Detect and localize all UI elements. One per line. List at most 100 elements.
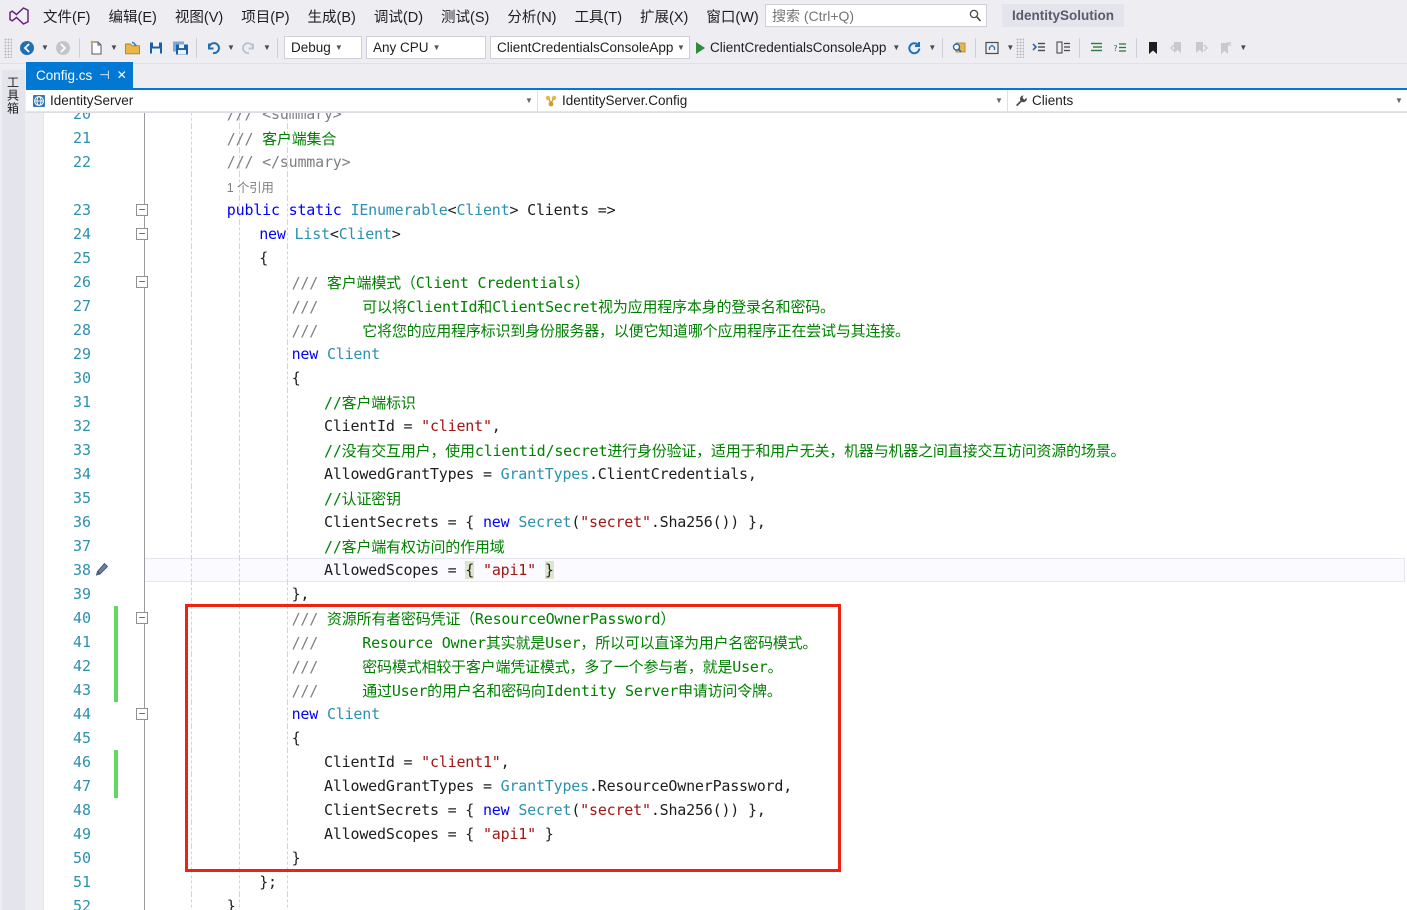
code-line-49[interactable]: 49 AllowedScopes = { "api1" } [26, 822, 1407, 846]
code-editor[interactable]: 20 /// <summary> 21 /// 客户端集合 22 /// </summar… [26, 112, 1407, 910]
save-all-icon[interactable] [168, 36, 192, 60]
comment-icon[interactable] [1051, 36, 1075, 60]
toolbar-grip[interactable] [1016, 37, 1025, 58]
next-bookmark-icon[interactable] [1189, 36, 1213, 60]
menu-item-5[interactable]: 调试(D) [365, 2, 432, 31]
close-icon[interactable]: ✕ [117, 68, 127, 82]
code-line-39[interactable]: 39}, [26, 582, 1407, 606]
run-dropdown[interactable]: ▼ [890, 36, 902, 60]
navigate-back-icon[interactable] [15, 36, 39, 60]
chevron-down-icon[interactable]: ▼ [991, 96, 1007, 105]
code-line-47[interactable]: 47 AllowedGrantTypes = GrantTypes.Resourc… [26, 774, 1407, 798]
chevron-down-icon[interactable]: ▼ [673, 43, 689, 52]
code-line-33[interactable]: 33 //没有交互用户，使用clientid/secret进行身份验证，适用于和用… [26, 438, 1407, 462]
code-line-41[interactable]: 41 /// Resource Owner其实就是User，所以可以直译为用户名密… [26, 630, 1407, 654]
code-line-23[interactable]: 23 − public static IEnumerable<Client> Cli… [26, 198, 1407, 222]
code-line-50[interactable]: 50} [26, 846, 1407, 870]
menu-item-2[interactable]: 视图(V) [166, 2, 232, 31]
code-line-31[interactable]: 31 //客户端标识 [26, 390, 1407, 414]
menu-item-4[interactable]: 生成(B) [299, 2, 365, 31]
redo-dropdown[interactable]: ▼ [261, 36, 273, 60]
code-line-29[interactable]: 29 new Client [26, 342, 1407, 366]
outdent-icon[interactable]: ? [1108, 36, 1132, 60]
code-line-24[interactable]: 24 − new List<Client> [26, 222, 1407, 246]
quick-launch-search[interactable] [765, 4, 987, 27]
menu-item-9[interactable]: 扩展(X) [631, 2, 697, 31]
undo-icon[interactable] [201, 36, 225, 60]
indent-icon[interactable] [1084, 36, 1108, 60]
collapse-toggle[interactable]: − [136, 708, 148, 720]
navigate-back-dropdown[interactable]: ▼ [39, 36, 51, 60]
hot-reload-dropdown[interactable]: ▼ [926, 36, 938, 60]
collapse-toggle[interactable]: − [136, 276, 148, 288]
new-file-icon[interactable] [84, 36, 108, 60]
find-in-files-icon[interactable] [947, 36, 971, 60]
prev-bookmark-icon[interactable] [1165, 36, 1189, 60]
save-icon[interactable] [144, 36, 168, 60]
code-line-40[interactable]: 40 − /// 资源所有者密码凭证（ResourceOwnerPassword） [26, 606, 1407, 630]
code-line-21[interactable]: 21 /// 客户端集合 [26, 126, 1407, 150]
open-folder-icon[interactable] [120, 36, 144, 60]
menu-item-7[interactable]: 分析(N) [498, 2, 565, 31]
code-line-28[interactable]: 28 /// 它将您的应用程序标识到身份服务器，以便它知道哪个应用程序正在尝试与其… [26, 318, 1407, 342]
navbar-member-dropdown[interactable]: Clients ▼ [1008, 90, 1407, 112]
toolbox-label[interactable]: 工具箱 [1, 70, 25, 910]
code-line-35[interactable]: 35 //认证密钥 [26, 486, 1407, 510]
code-line-51[interactable]: 51}; [26, 870, 1407, 894]
code-line-52[interactable]: 52} [26, 894, 1407, 910]
code-line-32[interactable]: 32 ClientId = "client", [26, 414, 1407, 438]
code-line-45[interactable]: 45 { [26, 726, 1407, 750]
chevron-down-icon[interactable]: ▼ [429, 43, 445, 52]
collapse-toggle[interactable]: − [136, 204, 148, 216]
code-line-30[interactable]: 30 { [26, 366, 1407, 390]
search-input[interactable] [766, 6, 964, 25]
toolbar-grip[interactable] [4, 37, 12, 58]
chevron-down-icon[interactable]: ▼ [331, 43, 347, 52]
toolbox-panel-tab[interactable]: 工具箱 [0, 64, 26, 910]
live-share-icon[interactable] [980, 36, 1004, 60]
code-line-38[interactable]: 38 AllowedScopes = { "api1" } [26, 558, 1407, 582]
tab-config-cs[interactable]: Config.cs ⊣ ✕ [26, 62, 133, 88]
navbar-project-dropdown[interactable]: IdentityServer ▼ [26, 89, 538, 112]
menu-item-6[interactable]: 测试(S) [432, 2, 498, 31]
pin-icon[interactable]: ⊣ [99, 68, 109, 82]
start-debugging-button[interactable]: ClientCredentialsConsoleApp [692, 36, 890, 60]
collapse-toggle[interactable]: − [136, 228, 148, 240]
clear-bookmark-icon[interactable] [1213, 36, 1237, 60]
code-line-20[interactable]: 20 /// <summary> [26, 112, 1407, 126]
collapse-toggle[interactable]: − [136, 612, 148, 624]
undo-dropdown[interactable]: ▼ [225, 36, 237, 60]
new-file-dropdown[interactable]: ▼ [108, 36, 120, 60]
live-share-dropdown[interactable]: ▼ [1004, 36, 1016, 60]
bookmark-icon[interactable] [1141, 36, 1165, 60]
code-line-44[interactable]: 44 − new Client [26, 702, 1407, 726]
code-line-42[interactable]: 42 /// 密码模式相较于客户端凭证模式，多了一个参与者，就是User。 [26, 654, 1407, 678]
chevron-down-icon[interactable]: ▼ [1391, 96, 1407, 105]
navigate-forward-icon[interactable] [51, 36, 75, 60]
hot-reload-icon[interactable] [902, 36, 926, 60]
code-line-34[interactable]: 34 AllowedGrantTypes = GrantTypes.ClientC… [26, 462, 1407, 486]
startup-project-dropdown[interactable]: ClientCredentialsConsoleApp ▼ [490, 36, 690, 59]
code-line-37[interactable]: 37 //客户端有权访问的作用域 [26, 534, 1407, 558]
platform-dropdown[interactable]: Any CPU ▼ [366, 36, 486, 59]
codelens-row[interactable]: 1 个引用 [26, 174, 1407, 198]
code-line-43[interactable]: 43 /// 通过User的用户名和密码向Identity Server申请访问令… [26, 678, 1407, 702]
menu-item-1[interactable]: 编辑(E) [100, 2, 166, 31]
code-line-25[interactable]: 25 { [26, 246, 1407, 270]
menu-item-8[interactable]: 工具(T) [566, 2, 632, 31]
menu-item-3[interactable]: 项目(P) [232, 2, 298, 31]
navbar-type-dropdown[interactable]: IdentityServer.Config ▼ [538, 89, 1008, 112]
code-line-26[interactable]: 26 − /// 客户端模式（Client Credentials） [26, 270, 1407, 294]
magnifier-icon[interactable] [964, 9, 986, 22]
menu-item-10[interactable]: 窗口(W) [697, 2, 767, 31]
code-line-46[interactable]: 46 ClientId = "client1", [26, 750, 1407, 774]
chevron-down-icon[interactable]: ▼ [521, 96, 537, 105]
code-line-27[interactable]: 27 /// 可以将ClientId和ClientSecret视为应用程序本身的登… [26, 294, 1407, 318]
menu-item-0[interactable]: 文件(F) [34, 2, 100, 31]
configuration-dropdown[interactable]: Debug ▼ [284, 36, 362, 59]
toolbar-overflow-icon[interactable]: ▼ [1237, 36, 1249, 60]
increase-indent-icon[interactable] [1027, 36, 1051, 60]
redo-icon[interactable] [237, 36, 261, 60]
code-line-36[interactable]: 36 ClientSecrets = { new Secret("secret".… [26, 510, 1407, 534]
code-line-22[interactable]: 22 /// </summary> [26, 150, 1407, 174]
